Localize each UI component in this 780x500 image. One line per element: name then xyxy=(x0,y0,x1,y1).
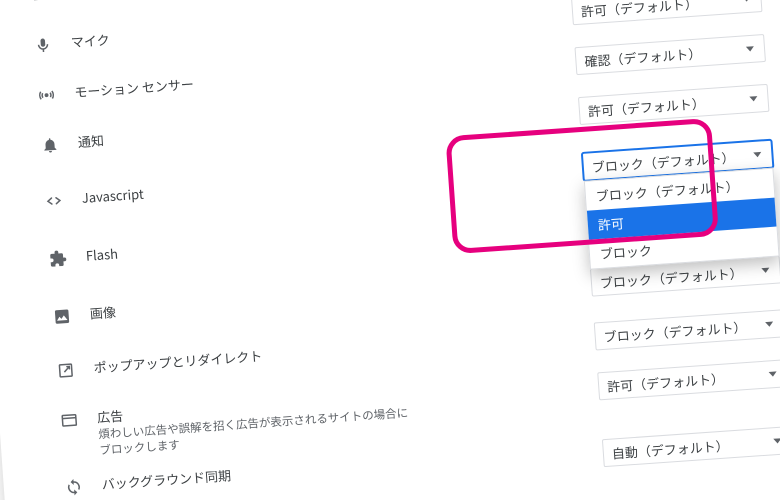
permission-label: Javascript xyxy=(81,184,144,207)
camera-icon xyxy=(29,0,50,6)
permission-label: Flash xyxy=(85,244,118,265)
bell-icon xyxy=(39,134,60,155)
image-icon xyxy=(51,306,72,327)
permission-label: 画像 xyxy=(89,302,116,323)
permission-label: バックグラウンド同期 xyxy=(101,465,231,493)
permission-select[interactable]: 許可（デフォルト） xyxy=(578,84,769,125)
popup-icon xyxy=(55,360,76,381)
ad-icon xyxy=(59,410,80,431)
permission-select[interactable]: 確認（デフォルト） xyxy=(574,34,765,75)
permission-dropdown[interactable]: ブロック（デフォルト）許可ブロック xyxy=(584,168,780,270)
permission-label: マイク xyxy=(70,30,110,52)
viewport: カメラ確認（デフォルト）マイク許可（デフォルト）モーション センサー確認（デフォ… xyxy=(0,0,780,500)
permission-select[interactable]: 許可（デフォルト） xyxy=(571,0,762,25)
permission-select[interactable]: ブロック（デフォルト） xyxy=(594,309,780,350)
permission-label: 通知 xyxy=(77,130,104,151)
permission-label: ポップアップとリダイレクト xyxy=(93,346,263,377)
mic-icon xyxy=(32,35,53,56)
permission-label: モーション センサー xyxy=(74,74,195,101)
sync-icon xyxy=(63,477,84,498)
permission-select[interactable]: 自動（デフォルト） xyxy=(602,426,780,467)
ext-icon xyxy=(47,248,68,269)
permission-select[interactable]: 許可（デフォルト） xyxy=(597,359,780,400)
settings-panel: カメラ確認（デフォルト）マイク許可（デフォルト）モーション センサー確認（デフォ… xyxy=(0,0,780,500)
code-icon xyxy=(43,190,64,211)
motion-icon xyxy=(36,84,57,105)
permission-label: カメラ xyxy=(67,0,107,1)
